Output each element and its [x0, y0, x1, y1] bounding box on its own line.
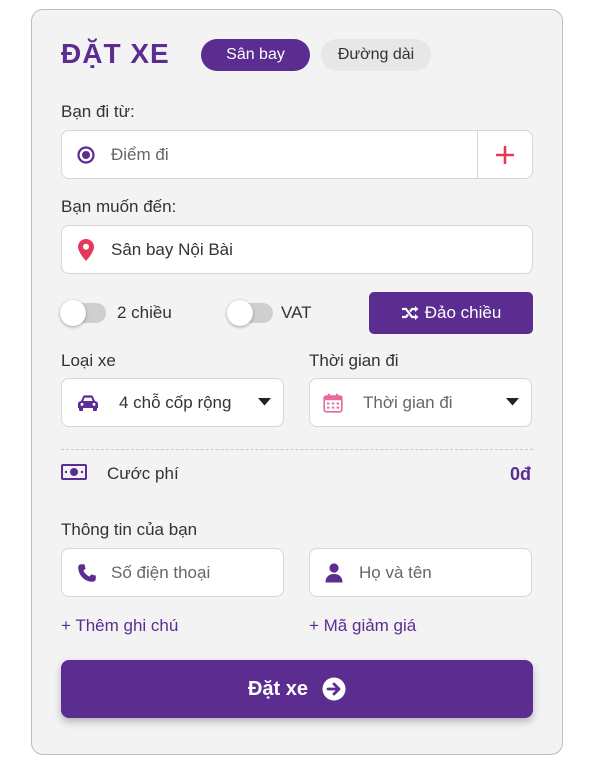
time-select[interactable]: Thời gian đi: [309, 378, 532, 427]
vat-label: VAT: [281, 303, 312, 322]
arrow-circle-right-icon: [322, 677, 346, 701]
radio-dot-icon: [77, 145, 95, 164]
origin-field[interactable]: Điểm đi: [61, 130, 533, 179]
fare-value: 0đ: [509, 464, 531, 484]
destination-field[interactable]: Sân bay Nội Bài: [61, 225, 533, 274]
swap-direction-button[interactable]: Đảo chiều: [369, 292, 533, 334]
vat-toggle[interactable]: [227, 300, 273, 326]
add-stop-button[interactable]: [478, 131, 532, 178]
name-field[interactable]: Họ và tên: [309, 548, 532, 597]
shuffle-icon: [401, 305, 419, 321]
swap-direction-label: Đảo chiều: [424, 303, 502, 322]
divider: [61, 449, 533, 450]
origin-label: Bạn đi từ:: [61, 102, 135, 121]
phone-icon: [77, 563, 97, 583]
round-trip-toggle[interactable]: [60, 300, 106, 326]
contact-label: Thông tin của bạn: [61, 520, 198, 539]
round-trip-label: 2 chiều: [117, 303, 172, 322]
promo-code-link[interactable]: + Mã giảm giá: [309, 616, 416, 636]
caret-down-icon: [506, 398, 519, 406]
destination-input[interactable]: Sân bay Nội Bài: [111, 240, 233, 260]
money-icon: [61, 464, 87, 480]
fare-label: Cước phí: [107, 464, 179, 483]
destination-label: Bạn muốn đến:: [61, 197, 177, 216]
plus-icon: [496, 145, 514, 164]
toggle-knob: [227, 300, 253, 326]
caret-down-icon: [258, 398, 271, 406]
time-label: Thời gian đi: [309, 351, 399, 370]
tab-airport[interactable]: Sân bay: [201, 39, 310, 71]
page-title: ĐẶT XE: [61, 38, 170, 69]
calendar-icon: [323, 393, 343, 413]
book-button[interactable]: Đặt xe: [61, 660, 533, 718]
phone-input[interactable]: Số điện thoại: [111, 563, 210, 583]
origin-input[interactable]: Điểm đi: [111, 145, 169, 165]
car-icon: [77, 394, 99, 412]
add-note-link[interactable]: + Thêm ghi chú: [61, 616, 178, 636]
tab-long-distance[interactable]: Đường dài: [321, 39, 431, 71]
vehicle-value: 4 chỗ cốp rộng: [119, 392, 232, 412]
vehicle-select[interactable]: 4 chỗ cốp rộng: [61, 378, 284, 427]
time-input: Thời gian đi: [363, 392, 453, 412]
phone-field[interactable]: Số điện thoại: [61, 548, 284, 597]
toggle-knob: [60, 300, 86, 326]
map-pin-icon: [77, 238, 95, 262]
name-input[interactable]: Họ và tên: [359, 563, 432, 583]
vehicle-label: Loại xe: [61, 351, 116, 370]
user-icon: [325, 562, 343, 583]
book-button-label: Đặt xe: [247, 677, 309, 700]
booking-card: ĐẶT XE Sân bay Đường dài Bạn đi từ: Điểm…: [31, 9, 563, 755]
